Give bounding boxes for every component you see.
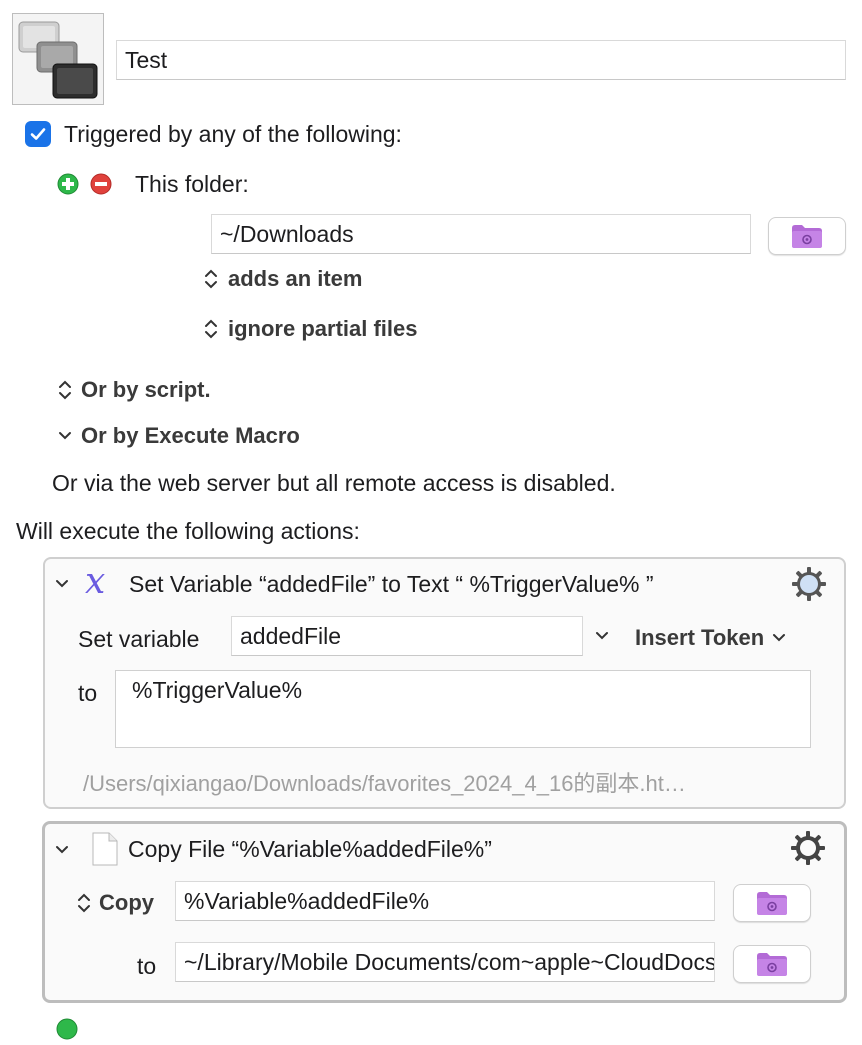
- collapse-chevron-icon[interactable]: [53, 573, 71, 600]
- insert-token-button[interactable]: Insert Token: [635, 625, 788, 651]
- copy-file-title: Copy File “%Variable%addedFile%”: [128, 836, 492, 862]
- variable-dropdown-button[interactable]: [593, 627, 611, 650]
- chevron-down-icon: [56, 580, 68, 588]
- action-gear-button[interactable]: [789, 829, 827, 872]
- set-variable-title: Set Variable “addedFile” to Text “ %Trig…: [129, 571, 654, 597]
- choose-destination-folder-button[interactable]: [733, 945, 811, 983]
- folder-event-value: adds an item: [228, 266, 363, 291]
- insert-token-label: Insert Token: [635, 625, 765, 650]
- updown-chevron-icon: [205, 269, 217, 289]
- collapse-chevron-icon[interactable]: [53, 839, 71, 866]
- add-action-button[interactable]: [56, 1018, 78, 1040]
- set-variable-action[interactable]: x Set Variable “addedFile” to Text “ %Tr…: [43, 557, 846, 809]
- macro-name-field[interactable]: Test: [116, 40, 846, 80]
- copy-destination-field[interactable]: ~/Library/Mobile Documents/com~apple~Clo…: [175, 942, 715, 982]
- folder-path-value: ~/Downloads: [220, 220, 354, 247]
- trigger-checkbox[interactable]: [25, 121, 51, 147]
- by-execute-macro-disclosure[interactable]: Or by Execute Macro: [56, 423, 300, 449]
- copy-source-field[interactable]: %Variable%addedFile%: [175, 881, 715, 921]
- folder-gear-icon: [757, 953, 787, 976]
- chevron-down-icon: [59, 432, 71, 440]
- trigger-header: Triggered by any of the following:: [64, 121, 402, 147]
- web-server-note: Or via the web server but all remote acc…: [52, 470, 616, 496]
- minus-circle-icon: [90, 173, 112, 195]
- gear-icon: [792, 567, 826, 601]
- choose-source-folder-button[interactable]: [733, 884, 811, 922]
- variable-name-field[interactable]: addedFile: [231, 616, 583, 656]
- updown-chevron-icon: [78, 893, 90, 913]
- actions-header: Will execute the following actions:: [16, 518, 360, 544]
- folder-path-field[interactable]: ~/Downloads: [211, 214, 751, 254]
- chevron-down-icon: [773, 634, 786, 642]
- partial-files-value: ignore partial files: [228, 316, 418, 341]
- copy-to-label: to: [137, 953, 157, 979]
- plus-circle-icon: [57, 173, 79, 195]
- copy-mode-value: Copy: [99, 890, 154, 915]
- macro-name-value: Test: [125, 46, 168, 73]
- checkmark-icon: [30, 128, 46, 140]
- variable-name-value: addedFile: [240, 622, 342, 649]
- copy-source-value: %Variable%addedFile%: [184, 887, 430, 914]
- text-value: %TriggerValue%: [132, 677, 303, 703]
- by-script-disclosure[interactable]: Or by script.: [56, 377, 211, 403]
- by-execute-macro-label: Or by Execute Macro: [81, 423, 300, 448]
- result-preview: /Users/qixiangao/Downloads/favorites_202…: [83, 771, 686, 796]
- partial-files-popup[interactable]: ignore partial files: [202, 316, 418, 342]
- add-trigger-button[interactable]: [57, 173, 79, 195]
- folder-gear-icon: [792, 225, 822, 248]
- document-icon: [91, 832, 119, 871]
- action-gear-button[interactable]: [790, 565, 828, 608]
- variable-x-icon: x: [85, 561, 106, 602]
- macro-icon[interactable]: [12, 13, 104, 105]
- text-value-area[interactable]: %TriggerValue%: [115, 670, 811, 748]
- remove-trigger-button[interactable]: [90, 173, 112, 195]
- choose-folder-button[interactable]: [768, 217, 846, 255]
- copy-destination-value: ~/Library/Mobile Documents/com~apple~Clo…: [184, 948, 715, 975]
- chevron-down-icon: [56, 846, 68, 854]
- folder-gear-icon: [757, 892, 787, 915]
- folder-event-popup-control[interactable]: adds an item: [202, 266, 362, 292]
- copy-mode-popup[interactable]: Copy: [75, 890, 154, 916]
- by-script-label: Or by script.: [81, 377, 211, 402]
- file-icon: [92, 832, 118, 866]
- gear-icon: [791, 831, 825, 865]
- updown-chevron-icon: [205, 319, 217, 339]
- to-label: to: [78, 680, 98, 706]
- set-variable-label: Set variable: [78, 626, 200, 652]
- copy-file-action[interactable]: Copy File “%Variable%addedFile%” Copy %V: [42, 821, 847, 1003]
- chevron-down-icon: [596, 632, 608, 640]
- plus-circle-icon: [56, 1018, 78, 1040]
- updown-chevron-icon: [59, 380, 71, 400]
- stacked-windows-icon: [18, 21, 98, 99]
- folder-trigger-label: This folder:: [135, 171, 249, 197]
